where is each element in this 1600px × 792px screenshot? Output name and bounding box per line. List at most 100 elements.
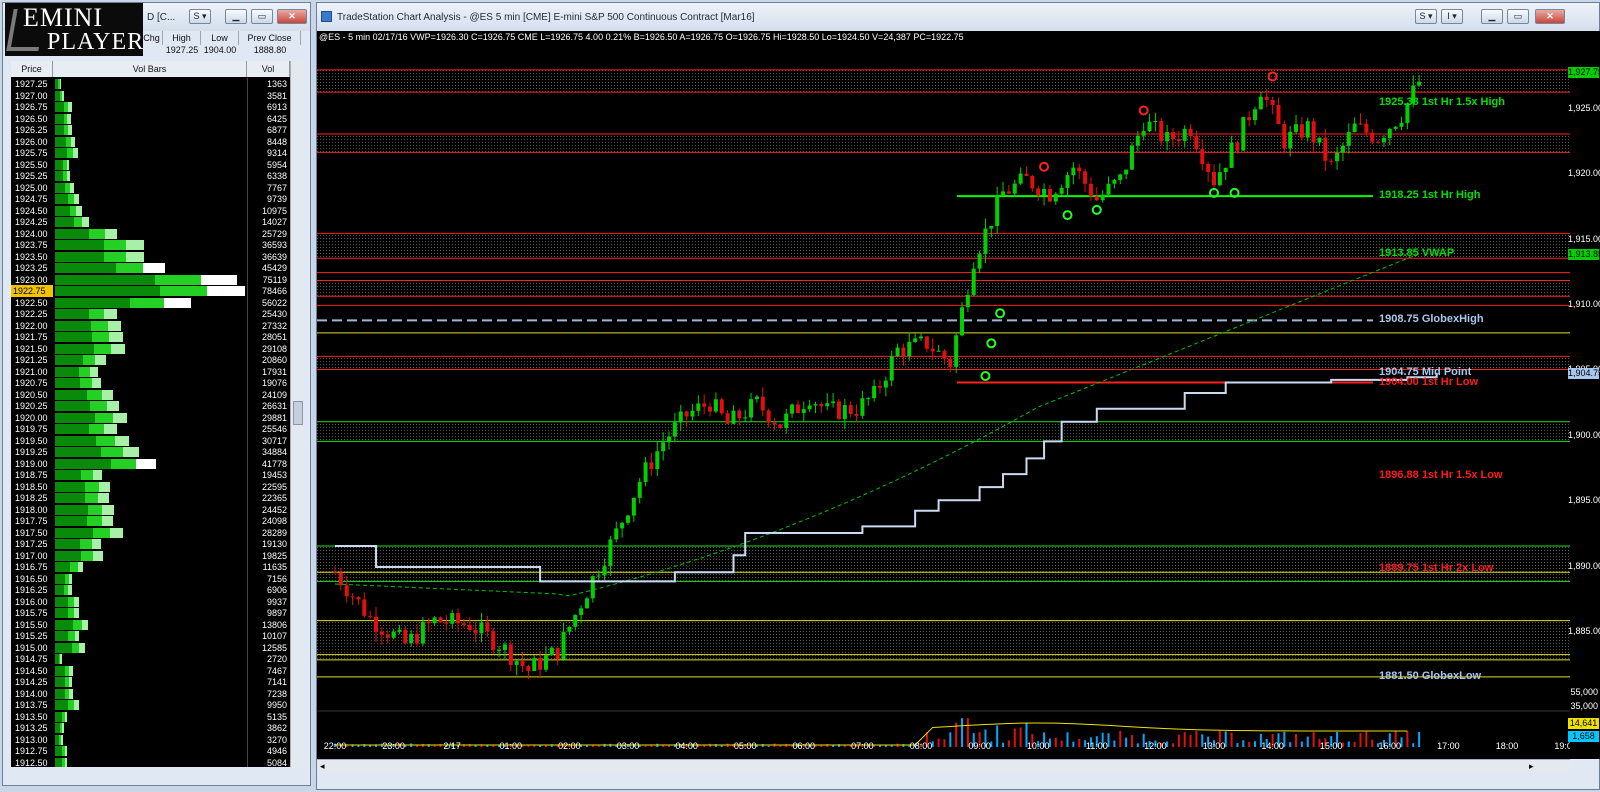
- ladder-row[interactable]: 1921.50 29108: [11, 342, 290, 355]
- ladder-row[interactable]: 1917.50 28289: [11, 526, 290, 539]
- volume-bar-segment: [55, 401, 91, 411]
- ladder-row[interactable]: 1915.50 13806: [11, 618, 290, 631]
- volume-bar-segment: [159, 286, 207, 296]
- ladder-row[interactable]: 1920.50 24109: [11, 388, 290, 401]
- ladder-row[interactable]: 1918.25 22365: [11, 492, 290, 504]
- tradestation-app-icon: [321, 11, 332, 22]
- column-header-vol-bars[interactable]: Vol Bars: [53, 61, 247, 77]
- candle-body: [379, 631, 384, 635]
- ladder-price: 1920.25: [15, 401, 48, 411]
- maximize-button[interactable]: ▭: [251, 9, 273, 24]
- ladder-row[interactable]: 1918.50 22595: [11, 480, 290, 493]
- ladder-row[interactable]: 1915.00 12585: [11, 641, 290, 654]
- ladder-row[interactable]: 1918.00 24452: [11, 503, 290, 516]
- ladder-price: 1916.50: [15, 573, 48, 584]
- ladder-row[interactable]: 1924.50 10975: [11, 204, 290, 217]
- ladder-row[interactable]: 1916.50 7156: [11, 572, 290, 585]
- minimize-button[interactable]: ▁: [1481, 9, 1503, 24]
- ladder-row[interactable]: 1925.75 9314: [11, 147, 290, 159]
- candlestick-chart-svg[interactable]: [317, 31, 1570, 759]
- chart-window-titlebar[interactable]: TradeStation Chart Analysis - @ES 5 min …: [317, 3, 1599, 31]
- ladder-row[interactable]: 1927.00 3581: [11, 89, 290, 102]
- ladder-row[interactable]: 1921.00 17931: [11, 365, 290, 378]
- ladder-row[interactable]: 1919.00 41778: [11, 457, 290, 470]
- ladder-row[interactable]: 1923.25 45429: [11, 262, 290, 274]
- ladder-row[interactable]: 1913.25 3862: [11, 722, 290, 734]
- ladder-row[interactable]: 1913.75 9950: [11, 699, 290, 711]
- ladder-row[interactable]: 1919.75 25546: [11, 423, 290, 435]
- ladder-row[interactable]: 1926.75 6913: [11, 101, 290, 113]
- ladder-scroll-thumb[interactable]: [293, 401, 303, 425]
- symbol-link-button[interactable]: S ▾: [1415, 9, 1437, 24]
- ladder-row[interactable]: 1912.50 5084: [11, 756, 290, 767]
- ladder-row[interactable]: 1917.00 19825: [11, 549, 290, 562]
- volume-bar-segment: [55, 447, 102, 457]
- ladder-scrollbar[interactable]: [290, 61, 304, 767]
- ladder-row[interactable]: 1922.75 78466: [11, 285, 290, 297]
- ladder-row[interactable]: 1922.50 56022: [11, 296, 290, 309]
- price-tick: 1,910.00: [1568, 299, 1600, 310]
- candle-body: [1182, 128, 1187, 141]
- ladder-row[interactable]: 1920.00 29881: [11, 411, 290, 424]
- ladder-row[interactable]: 1920.75 19076: [11, 377, 290, 389]
- ladder-row[interactable]: 1920.25 26631: [11, 400, 290, 412]
- ladder-row[interactable]: 1913.50 5135: [11, 710, 290, 723]
- ladder-row[interactable]: 1918.75 19453: [11, 469, 290, 481]
- ladder-row[interactable]: 1925.50 5954: [11, 158, 290, 171]
- scroll-right-arrow-icon[interactable]: ▸: [1529, 761, 1534, 772]
- ladder-row[interactable]: 1914.75 2720: [11, 653, 290, 665]
- ladder-row[interactable]: 1913.00 3270: [11, 733, 290, 746]
- close-button[interactable]: ✕: [1535, 9, 1565, 24]
- volume-bar-segment: [61, 90, 64, 101]
- ladder-row[interactable]: 1921.75 28051: [11, 331, 290, 343]
- ladder-row[interactable]: 1917.25 19130: [11, 538, 290, 550]
- candle-body: [1077, 167, 1082, 172]
- ladder-row[interactable]: 1915.75 9897: [11, 607, 290, 619]
- ladder-row[interactable]: 1917.75 24098: [11, 515, 290, 527]
- volume-bar-segment: [69, 688, 73, 699]
- ladder-price: 1925.25: [15, 171, 48, 181]
- ladder-price: 1917.00: [15, 550, 48, 561]
- column-header-vol[interactable]: Vol: [247, 61, 290, 77]
- minimize-button[interactable]: ▁: [225, 9, 247, 24]
- ladder-row[interactable]: 1916.75 11635: [11, 561, 290, 573]
- ladder-row[interactable]: 1922.00 27332: [11, 319, 290, 332]
- ladder-price: 1921.75: [15, 332, 48, 342]
- chart-horizontal-scrollbar[interactable]: ◂ ▸: [317, 759, 1570, 773]
- ladder-row[interactable]: 1925.00 7767: [11, 181, 290, 194]
- ladder-row[interactable]: 1914.50 7467: [11, 664, 290, 677]
- ladder-row[interactable]: 1914.00 7238: [11, 687, 290, 700]
- scroll-left-arrow-icon[interactable]: ◂: [320, 761, 325, 772]
- volume-bar-segment: [67, 113, 71, 124]
- maximize-button[interactable]: ▭: [1507, 9, 1529, 24]
- price-chart[interactable]: @ES - 5 min 02/17/16 VWP=1926.30 C=1926.…: [317, 31, 1577, 759]
- ladder-row[interactable]: 1924.25 14027: [11, 216, 290, 228]
- column-divider: [247, 400, 248, 412]
- ladder-row[interactable]: 1914.25 7141: [11, 676, 290, 688]
- ladder-row[interactable]: 1925.25 6338: [11, 170, 290, 182]
- ladder-row[interactable]: 1923.50 36639: [11, 250, 290, 263]
- ladder-row[interactable]: 1916.00 9937: [11, 595, 290, 608]
- symbol-link-button[interactable]: S ▾: [189, 9, 211, 24]
- ladder-row[interactable]: 1926.00 8448: [11, 135, 290, 148]
- ladder-row[interactable]: 1922.25 25430: [11, 308, 290, 320]
- price-axis[interactable]: 1,925.001,920.001,915.001,910.001,905.00…: [1568, 31, 1600, 759]
- close-button[interactable]: ✕: [277, 9, 307, 24]
- ladder-row[interactable]: 1919.50 30717: [11, 434, 290, 447]
- ladder-row[interactable]: 1924.00 25729: [11, 227, 290, 240]
- ladder-row[interactable]: 1926.25 6877: [11, 124, 290, 136]
- ladder-row[interactable]: 1927.25 1363: [11, 78, 290, 90]
- ladder-row[interactable]: 1923.00 75119: [11, 273, 290, 286]
- candle-body: [713, 399, 718, 412]
- ladder-row[interactable]: 1921.25 20860: [11, 354, 290, 366]
- ladder-row[interactable]: 1912.75 4946: [11, 745, 290, 757]
- column-header-price[interactable]: Price: [11, 61, 53, 77]
- indicator-button[interactable]: I ▾: [1441, 9, 1463, 24]
- ladder-row[interactable]: 1915.25 10107: [11, 630, 290, 642]
- ladder-volume: 17931: [261, 366, 287, 377]
- ladder-row[interactable]: 1923.75 36593: [11, 239, 290, 251]
- ladder-row[interactable]: 1924.75 9739: [11, 193, 290, 205]
- ladder-row[interactable]: 1919.25 34884: [11, 446, 290, 458]
- ladder-row[interactable]: 1916.25 6906: [11, 584, 290, 596]
- ladder-row[interactable]: 1926.50 6425: [11, 112, 290, 125]
